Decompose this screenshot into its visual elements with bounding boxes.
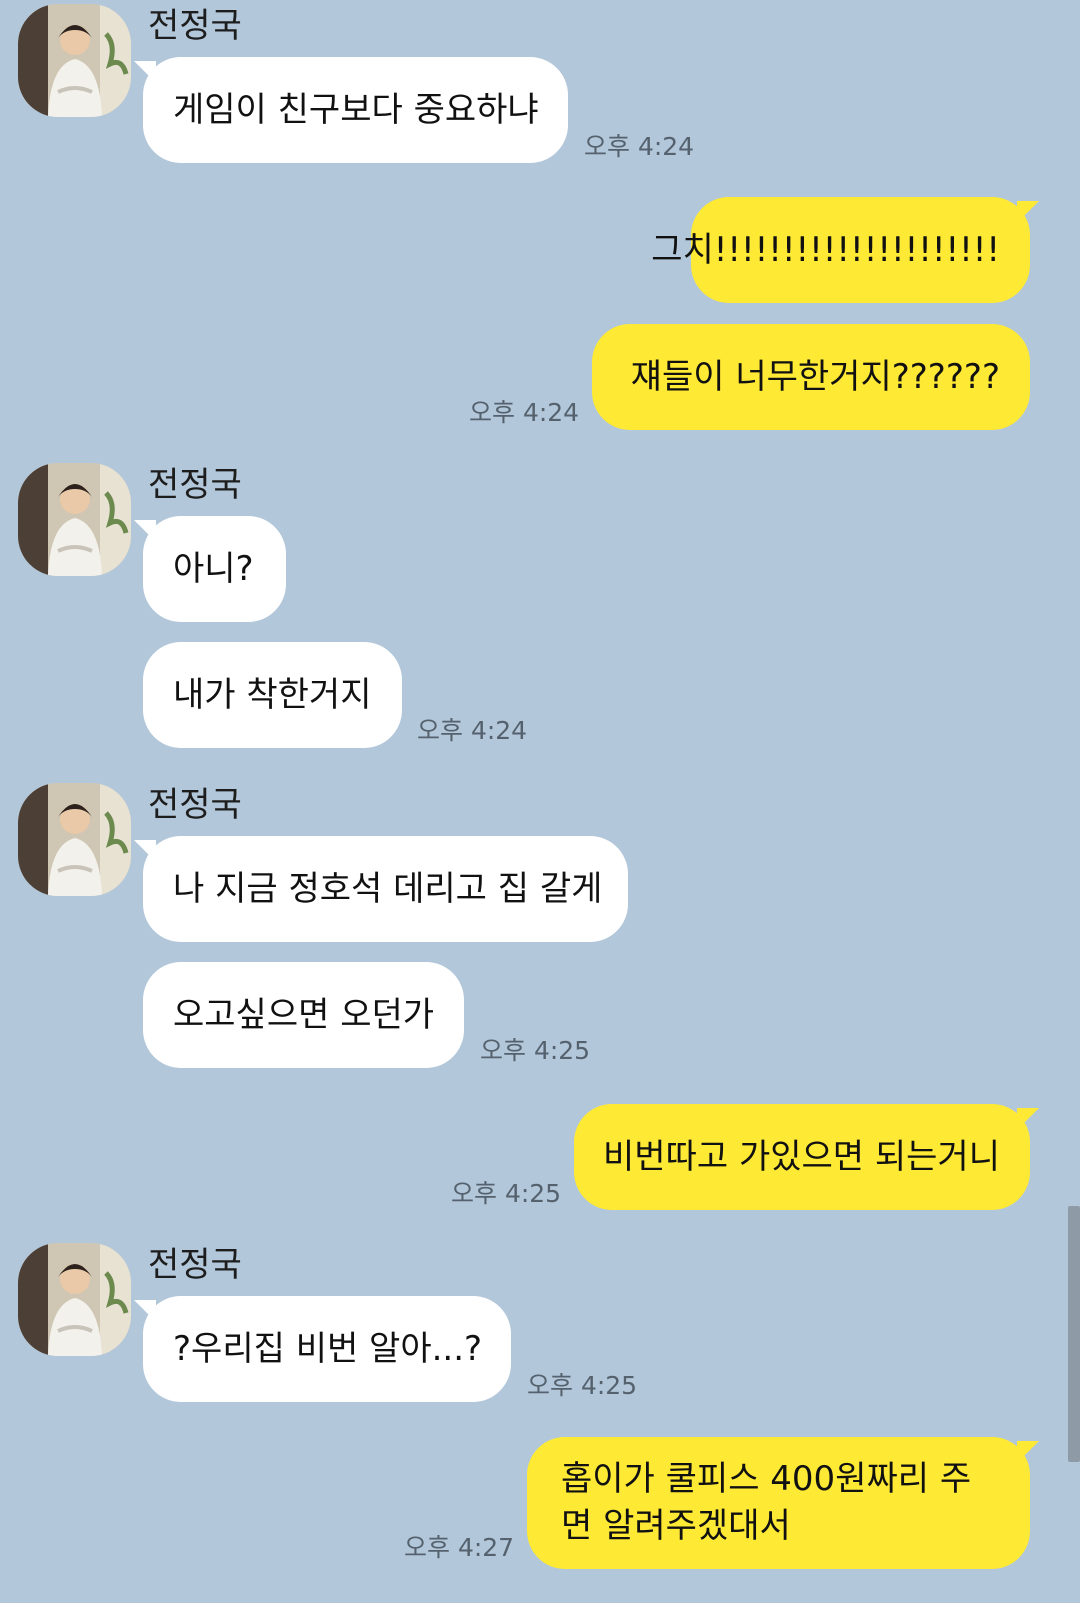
avatar-image	[18, 463, 131, 576]
my-message-bubble[interactable]: 비번따고 가있으면 되는거니	[574, 1104, 1039, 1210]
message-bubble[interactable]: 나 지금 정호석 데리고 집 갈게	[134, 836, 628, 942]
my-message-bubble[interactable]: 홉이가 쿨피스 400원짜리 주면 알려주겠대서	[527, 1437, 1039, 1569]
avatar[interactable]	[18, 1243, 131, 1356]
my-message-bubble[interactable]: 그치!!!!!!!!!!!!!!!!!!!!!	[651, 197, 1039, 303]
message-text: 비번따고 가있으면 되는거니	[603, 1137, 1000, 1177]
avatar-image	[18, 1243, 131, 1356]
my-message-bubble[interactable]: 쟤들이 너무한거지??????	[592, 324, 1030, 430]
avatar[interactable]	[18, 4, 131, 117]
message-timestamp: 오후 4:24	[469, 398, 580, 427]
message-timestamp: 오후 4:25	[451, 1179, 562, 1208]
message-bubble[interactable]: ?우리집 비번 알아...?	[134, 1296, 511, 1402]
scrollbar[interactable]	[1068, 1206, 1080, 1462]
avatar-image	[18, 4, 131, 117]
message-timestamp: 오후 4:24	[417, 716, 528, 745]
message-timestamp: 오후 4:25	[480, 1036, 591, 1065]
message-text: 그치!!!!!!!!!!!!!!!!!!!!!	[651, 230, 1000, 270]
message-bubble[interactable]: 오고싶으면 오던가	[143, 962, 464, 1068]
message-timestamp: 오후 4:27	[404, 1533, 515, 1562]
message-text: 홉이가 쿨피스 400원짜리 주면 알려주겠대서	[561, 1459, 972, 1546]
message-text: 게임이 친구보다 중요하냐	[173, 90, 539, 130]
sender-name: 전정국	[148, 6, 242, 46]
sender-name: 전정국	[148, 785, 242, 825]
message-timestamp: 오후 4:25	[527, 1371, 638, 1400]
message-text: 내가 착한거지	[173, 675, 372, 715]
avatar[interactable]	[18, 463, 131, 576]
sender-name: 전정국	[148, 465, 242, 505]
message-text: 나 지금 정호석 데리고 집 갈게	[173, 869, 603, 909]
sender-name: 전정국	[148, 1245, 242, 1285]
message-text: ?우리집 비번 알아...?	[173, 1329, 483, 1369]
message-timestamp: 오후 4:24	[584, 132, 695, 161]
message-text: 아니?	[173, 549, 254, 589]
message-text: 쟤들이 너무한거지??????	[630, 357, 1000, 397]
message-bubble[interactable]: 게임이 친구보다 중요하냐	[134, 57, 568, 163]
message-bubble[interactable]: 아니?	[134, 516, 286, 622]
message-bubble[interactable]: 내가 착한거지	[143, 642, 402, 748]
chat-message-list[interactable]: 전정국 게임이 친구보다 중요하냐 오후 4:24 그치!!!!!!!!!!!!…	[0, 0, 1080, 1603]
message-text: 오고싶으면 오던가	[173, 995, 435, 1035]
avatar[interactable]	[18, 783, 131, 896]
avatar-image	[18, 783, 131, 896]
